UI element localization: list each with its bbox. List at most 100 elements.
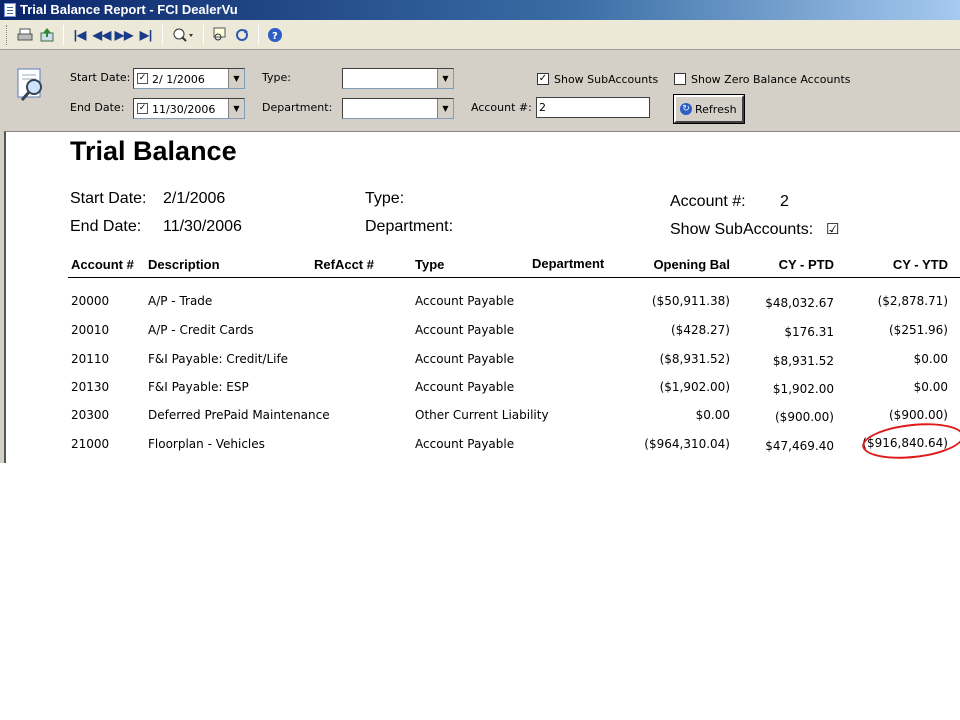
type-dropdown-icon[interactable]: ▼	[437, 69, 453, 88]
toolbar-grip[interactable]	[6, 24, 9, 45]
cell-cy-ptd: $48,032.67	[765, 296, 834, 310]
col-header-account: Account #	[71, 257, 134, 272]
report-show-subaccounts-check-icon: ☑	[826, 221, 840, 238]
type-label: Type:	[262, 71, 291, 84]
refresh-icon[interactable]	[232, 24, 252, 46]
report-type-label: Type:	[365, 190, 405, 207]
zoom-icon[interactable]	[169, 24, 197, 46]
account-label: Account #:	[471, 101, 532, 114]
toolbar-separator	[203, 24, 204, 45]
report-search-icon	[17, 68, 42, 101]
report-account-value: 2	[780, 193, 789, 210]
end-date-picker[interactable]: ✓ 11/30/2006 ▼	[133, 98, 245, 119]
refresh-button[interactable]: ↻ Refresh	[673, 94, 745, 124]
report-show-subaccounts-label: Show SubAccounts:	[670, 221, 814, 238]
type-select[interactable]: ▼	[342, 68, 454, 89]
cell-cy-ytd: $0.00	[913, 352, 948, 366]
col-header-cy-ytd: CY - YTD	[892, 257, 948, 272]
cell-type: Account Payable	[415, 437, 515, 451]
last-page-icon[interactable]: ▶|	[136, 24, 156, 46]
end-date-dropdown-icon[interactable]: ▼	[228, 99, 244, 118]
cell-opening-bal: ($8,931.52)	[659, 352, 730, 366]
department-dropdown-icon[interactable]: ▼	[437, 99, 453, 118]
start-date-checkbox[interactable]: ✓	[137, 73, 148, 84]
cell-cy-ytd: $0.00	[913, 380, 948, 394]
col-header-type: Type	[415, 257, 445, 272]
start-date-dropdown-icon[interactable]: ▼	[228, 69, 244, 88]
account-input[interactable]: 2	[536, 97, 650, 118]
cell-description: Floorplan - Vehicles	[148, 437, 265, 451]
cell-cy-ptd: $176.31	[784, 325, 834, 339]
toolbar-separator	[258, 24, 259, 45]
previous-page-icon[interactable]: ◀◀	[92, 24, 112, 46]
toolbar-separator	[63, 24, 64, 45]
cell-account: 20000	[71, 294, 110, 308]
cell-description: A/P - Trade	[148, 294, 213, 308]
show-zero-balance-label: Show Zero Balance Accounts	[691, 73, 851, 86]
cell-description: F&I Payable: ESP	[148, 380, 249, 394]
toolbar-separator	[162, 24, 163, 45]
export-icon[interactable]	[37, 24, 57, 46]
title-bar: Trial Balance Report - FCI DealerVu	[0, 0, 960, 20]
cell-cy-ptd: $1,902.00	[772, 382, 834, 396]
end-date-value: 11/30/2006	[152, 103, 216, 116]
department-label: Department:	[262, 101, 333, 114]
cell-cy-ptd: $47,469.40	[765, 439, 834, 453]
end-date-checkbox[interactable]: ✓	[137, 103, 148, 114]
help-icon[interactable]: ?	[265, 24, 285, 46]
cell-account: 20130	[71, 380, 110, 394]
print-icon[interactable]	[15, 24, 35, 46]
report-viewer[interactable]: Trial Balance Start Date: 2/1/2006 End D…	[4, 131, 960, 463]
col-header-opening-bal: Opening Bal	[653, 257, 730, 272]
cell-description: F&I Payable: Credit/Life	[148, 352, 289, 366]
end-date-label: End Date:	[70, 101, 125, 114]
col-header-cy-ptd: CY - PTD	[778, 257, 834, 272]
cell-opening-bal: ($1,902.00)	[659, 380, 730, 394]
show-subaccounts-label: Show SubAccounts	[554, 73, 659, 86]
cell-type: Account Payable	[415, 294, 515, 308]
highlight-circle	[860, 418, 960, 463]
start-date-label: Start Date:	[70, 71, 131, 84]
report-end-date-value: 11/30/2006	[163, 218, 242, 235]
report-title: Trial Balance	[70, 136, 237, 166]
cell-account: 20300	[71, 408, 110, 422]
header-divider	[68, 277, 960, 278]
cell-opening-bal: $0.00	[695, 408, 730, 422]
report-start-date-label: Start Date:	[70, 190, 147, 207]
report-account-label: Account #:	[670, 193, 746, 210]
cell-type: Account Payable	[415, 323, 515, 337]
cell-description: Deferred PrePaid Maintenance	[148, 408, 330, 422]
col-header-description: Description	[148, 257, 220, 272]
start-date-picker[interactable]: ✓ 2/ 1/2006 ▼	[133, 68, 245, 89]
find-icon[interactable]	[210, 24, 230, 46]
cell-type: Other Current Liability	[415, 408, 549, 422]
first-page-icon[interactable]: |◀	[70, 24, 90, 46]
cell-account: 20010	[71, 323, 110, 337]
cell-opening-bal: ($50,911.38)	[651, 294, 730, 308]
start-date-value: 2/ 1/2006	[152, 73, 205, 86]
cell-description: A/P - Credit Cards	[148, 323, 254, 337]
col-header-department: Department	[532, 256, 605, 271]
report-window: Trial Balance Report - FCI DealerVu |◀ ◀…	[0, 0, 960, 463]
cell-type: Account Payable	[415, 380, 515, 394]
cell-cy-ytd: ($2,878.71)	[877, 294, 948, 308]
cell-account: 21000	[71, 437, 110, 451]
show-subaccounts-checkbox[interactable]: ✓	[537, 73, 549, 85]
parameter-panel: Start Date: ✓ 2/ 1/2006 ▼ End Date: ✓ 11…	[0, 51, 960, 131]
refresh-button-icon: ↻	[680, 103, 692, 115]
cell-cy-ptd: $8,931.52	[772, 354, 834, 368]
next-page-icon[interactable]: ▶▶	[114, 24, 134, 46]
toolbar: |◀ ◀◀ ▶▶ ▶| ?	[0, 20, 960, 50]
cell-type: Account Payable	[415, 352, 515, 366]
col-header-refacct: RefAcct #	[314, 257, 374, 272]
cell-opening-bal: ($428.27)	[671, 323, 730, 337]
show-zero-balance-checkbox[interactable]	[674, 73, 686, 85]
report-department-label: Department:	[365, 218, 454, 235]
report-start-date-value: 2/1/2006	[163, 190, 226, 207]
svg-text:?: ?	[272, 31, 278, 42]
cell-cy-ytd: ($900.00)	[889, 408, 948, 422]
report-end-date-label: End Date:	[70, 218, 142, 235]
cell-account: 20110	[71, 352, 110, 366]
department-select[interactable]: ▼	[342, 98, 454, 119]
cell-cy-ytd: ($251.96)	[889, 323, 948, 337]
